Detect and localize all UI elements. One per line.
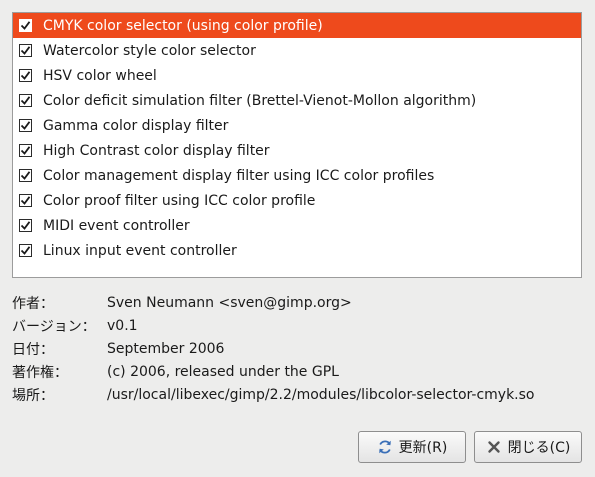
module-checkbox[interactable] xyxy=(19,94,32,107)
info-value-version: v0.1 xyxy=(107,317,138,334)
refresh-button[interactable]: 更新(R) xyxy=(358,431,466,463)
checkmark-icon xyxy=(20,246,31,255)
checkmark-icon xyxy=(20,221,31,230)
module-label: Gamma color display filter xyxy=(43,117,229,134)
info-row-author: 作者： Sven Neumann <sven@gimp.org> xyxy=(12,291,535,314)
module-checkbox[interactable] xyxy=(19,144,32,157)
checkmark-icon xyxy=(20,196,31,205)
info-value-copyright: (c) 2006, released under the GPL xyxy=(107,363,339,380)
module-row-high-contrast-filter[interactable]: High Contrast color display filter xyxy=(13,138,581,163)
info-row-location: 場所： /usr/local/libexec/gimp/2.2/modules/… xyxy=(12,383,535,406)
module-label: Color deficit simulation filter (Brettel… xyxy=(43,92,477,109)
checkmark-icon xyxy=(20,146,31,155)
checkmark-icon xyxy=(20,171,31,180)
module-checkbox[interactable] xyxy=(19,244,32,257)
module-row-color-proof-filter[interactable]: Color proof filter using ICC color profi… xyxy=(13,188,581,213)
module-row-color-deficit-filter[interactable]: Color deficit simulation filter (Brettel… xyxy=(13,88,581,113)
module-checkbox[interactable] xyxy=(19,44,32,57)
module-label: Color proof filter using ICC color profi… xyxy=(43,192,316,209)
info-key-copyright: 著作権： xyxy=(12,364,68,381)
module-row-midi-controller[interactable]: MIDI event controller xyxy=(13,213,581,238)
info-row-date: 日付： September 2006 xyxy=(12,337,535,360)
module-row-cmyk-selector[interactable]: CMYK color selector (using color profile… xyxy=(13,13,581,38)
module-checkbox[interactable] xyxy=(19,169,32,182)
module-label: Color management display filter using IC… xyxy=(43,167,435,184)
checkmark-icon xyxy=(20,71,31,80)
module-row-linux-input-controller[interactable]: Linux input event controller xyxy=(13,238,581,263)
module-label: Watercolor style color selector xyxy=(43,42,256,59)
info-key-author: 作者： xyxy=(12,295,54,312)
close-button[interactable]: 閉じる(C) xyxy=(474,431,582,463)
info-row-copyright: 著作権： (c) 2006, released under the GPL xyxy=(12,360,535,383)
info-row-version: バージョン： v0.1 xyxy=(12,314,535,337)
info-value-location: /usr/local/libexec/gimp/2.2/modules/libc… xyxy=(107,386,535,403)
info-value-author: Sven Neumann <sven@gimp.org> xyxy=(107,294,352,311)
module-list[interactable]: CMYK color selector (using color profile… xyxy=(12,12,582,278)
module-label: High Contrast color display filter xyxy=(43,142,270,159)
close-icon xyxy=(486,439,502,455)
module-checkbox[interactable] xyxy=(19,194,32,207)
info-value-date: September 2006 xyxy=(107,340,225,357)
module-label: CMYK color selector (using color profile… xyxy=(43,17,323,34)
module-row-color-management-filter[interactable]: Color management display filter using IC… xyxy=(13,163,581,188)
module-label: Linux input event controller xyxy=(43,242,237,259)
checkmark-icon xyxy=(20,21,31,30)
refresh-button-label: 更新(R) xyxy=(398,440,448,456)
info-key-version: バージョン： xyxy=(12,318,96,335)
info-key-date: 日付： xyxy=(12,341,54,358)
module-row-watercolor-selector[interactable]: Watercolor style color selector xyxy=(13,38,581,63)
module-checkbox[interactable] xyxy=(19,219,32,232)
module-row-gamma-filter[interactable]: Gamma color display filter xyxy=(13,113,581,138)
module-label: MIDI event controller xyxy=(43,217,190,234)
module-row-hsv-wheel[interactable]: HSV color wheel xyxy=(13,63,581,88)
close-button-label: 閉じる(C) xyxy=(507,440,571,456)
module-label: HSV color wheel xyxy=(43,67,157,84)
module-checkbox[interactable] xyxy=(19,69,32,82)
checkmark-icon xyxy=(20,46,31,55)
checkmark-icon xyxy=(20,121,31,130)
refresh-icon xyxy=(377,439,393,455)
module-checkbox[interactable] xyxy=(19,119,32,132)
info-key-location: 場所： xyxy=(12,387,54,404)
module-checkbox[interactable] xyxy=(19,19,32,32)
checkmark-icon xyxy=(20,96,31,105)
module-info-table: 作者： Sven Neumann <sven@gimp.org> バージョン： … xyxy=(12,291,535,406)
